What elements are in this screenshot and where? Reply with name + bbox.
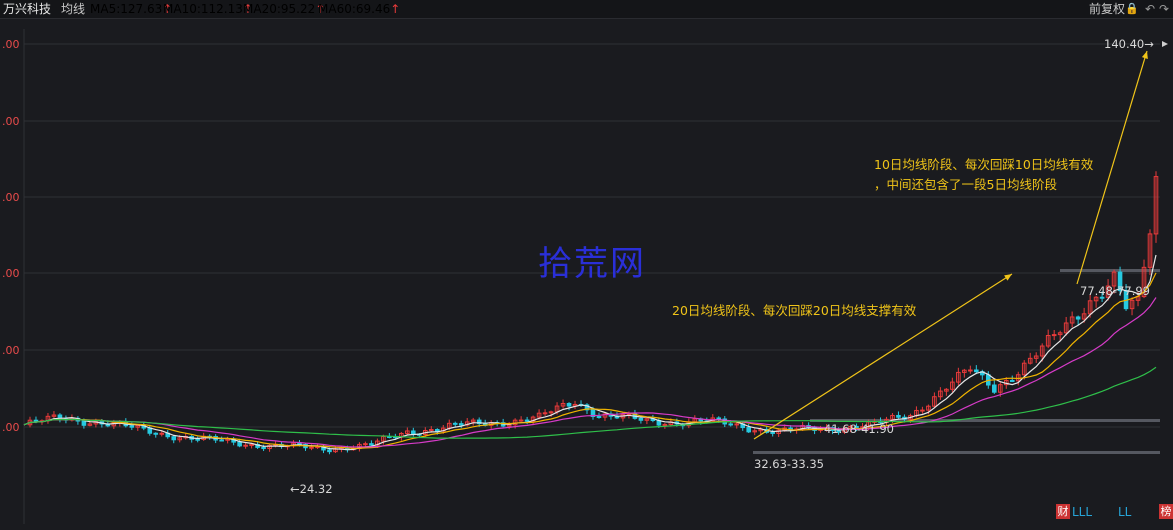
lll-indicator-button[interactable]: LLL xyxy=(1072,504,1092,520)
candle-body xyxy=(458,423,464,426)
trend-arrow-20day xyxy=(753,273,1013,440)
candle-body xyxy=(315,446,320,449)
candle-body xyxy=(369,443,374,446)
candle-body xyxy=(991,384,997,393)
candle-body xyxy=(542,412,548,415)
candle-body xyxy=(219,439,224,442)
candle-body xyxy=(728,423,734,426)
ma20-text: MA20:95.22 xyxy=(243,2,316,16)
bottom-toolbar: 财 LLL LL 榜 xyxy=(1056,504,1173,520)
stock-name[interactable]: 万兴科技 xyxy=(3,0,51,18)
candle-body xyxy=(33,419,39,422)
candle-body xyxy=(746,427,752,433)
candlestick-chart[interactable]: .00 .00 .00 .00 .00 .00 拾荒网 20日均线阶段、每次回踩20日均线… xyxy=(0,19,1173,530)
high-price-label: 140.40→ xyxy=(1104,37,1154,51)
chart-header: 万兴科技 均线 MA5:127.63↑ MA10:112.13↑ MA20:95… xyxy=(0,0,1173,19)
y-tick-label: .00 xyxy=(2,267,20,280)
ll-indicator-button[interactable]: LL xyxy=(1118,504,1131,520)
support-band xyxy=(1060,269,1160,272)
candle-body xyxy=(261,446,266,450)
candle-body xyxy=(716,417,722,420)
support-range-label-3: 77.48-77.99 xyxy=(1080,284,1150,298)
watermark: 拾荒网 xyxy=(538,244,646,284)
candle-body xyxy=(81,420,87,426)
candle-body xyxy=(1075,316,1081,320)
ma10-text: MA10:112.13 xyxy=(163,2,243,16)
candle-body xyxy=(195,438,200,441)
ma20-value: MA20:95.22↑ xyxy=(243,0,325,18)
trend-arrow-10day-head xyxy=(1141,51,1148,59)
ma60-value: MA60:69.46↑ xyxy=(318,0,400,18)
ma60-up-arrow-icon: ↑ xyxy=(390,2,401,16)
low-price-label: ←24.32 xyxy=(290,482,333,496)
undo-icon[interactable]: ↶ xyxy=(1145,0,1155,18)
candle-body xyxy=(1051,334,1057,337)
candle-body xyxy=(237,441,242,447)
candle-body xyxy=(968,369,973,372)
finance-button[interactable]: 财 xyxy=(1056,504,1070,519)
y-tick-label: .00 xyxy=(2,38,20,51)
candle-body xyxy=(309,446,314,449)
candle-body xyxy=(159,432,165,435)
y-tick-label: .00 xyxy=(2,191,20,204)
ma-indicator-label[interactable]: 均线 xyxy=(61,0,85,18)
ma5-value: MA5:127.63↑ xyxy=(90,0,172,18)
lock-icon[interactable]: 🔒 xyxy=(1125,0,1139,18)
trend-arrows xyxy=(753,50,1148,440)
redo-icon[interactable]: ↷ xyxy=(1159,0,1169,18)
candle-body xyxy=(524,419,530,422)
trend-arrow-20day-head xyxy=(1004,274,1012,281)
adjust-mode-button[interactable]: 前复权 xyxy=(1089,0,1125,18)
candle-body xyxy=(434,429,440,432)
candle-body xyxy=(518,419,524,422)
candle-body xyxy=(327,449,332,453)
candle-body xyxy=(153,432,159,435)
candle-body xyxy=(363,443,368,446)
candle-body xyxy=(129,425,135,428)
candle-body xyxy=(920,409,925,412)
candles xyxy=(27,171,1159,455)
ranking-button[interactable]: 榜 xyxy=(1159,504,1173,519)
candle-body xyxy=(243,444,248,447)
y-tick-label: .00 xyxy=(2,115,20,128)
ma5-text: MA5:127.63 xyxy=(90,2,163,16)
candle-body xyxy=(1009,379,1015,382)
ma10-value: MA10:112.13↑ xyxy=(163,0,253,18)
candle-body xyxy=(171,436,177,441)
note-10day-line2: ，中间还包含了一段5日均线阶段 xyxy=(874,177,1057,192)
support-range-label-2: 41.68-41.90 xyxy=(824,422,894,436)
candle-body xyxy=(896,414,901,418)
candle-body xyxy=(974,369,979,373)
candle-body xyxy=(452,422,458,425)
candle-body xyxy=(596,416,602,419)
candle-body xyxy=(249,443,254,446)
candle-body xyxy=(638,417,644,421)
support-range-label-1: 32.63-33.35 xyxy=(754,457,824,471)
y-axis-ticks: .00 .00 .00 .00 .00 .00 xyxy=(2,38,20,434)
candle-body xyxy=(566,403,572,407)
y-tick-label: .00 xyxy=(2,344,20,357)
note-20day: 20日均线阶段、每次回踩20日均线支撑有效 xyxy=(672,303,917,318)
candle-body xyxy=(411,430,416,435)
ma60-text: MA60:69.46 xyxy=(318,2,391,16)
ma20-line xyxy=(23,297,1157,448)
y-tick-label: .00 xyxy=(2,421,20,434)
price-marker-icon xyxy=(1162,41,1168,47)
candle-body xyxy=(662,424,668,427)
note-10day-line1: 10日均线阶段、每次回踩10日均线有效 xyxy=(874,157,1094,172)
support-band xyxy=(753,451,1160,454)
candle-body xyxy=(770,431,775,434)
